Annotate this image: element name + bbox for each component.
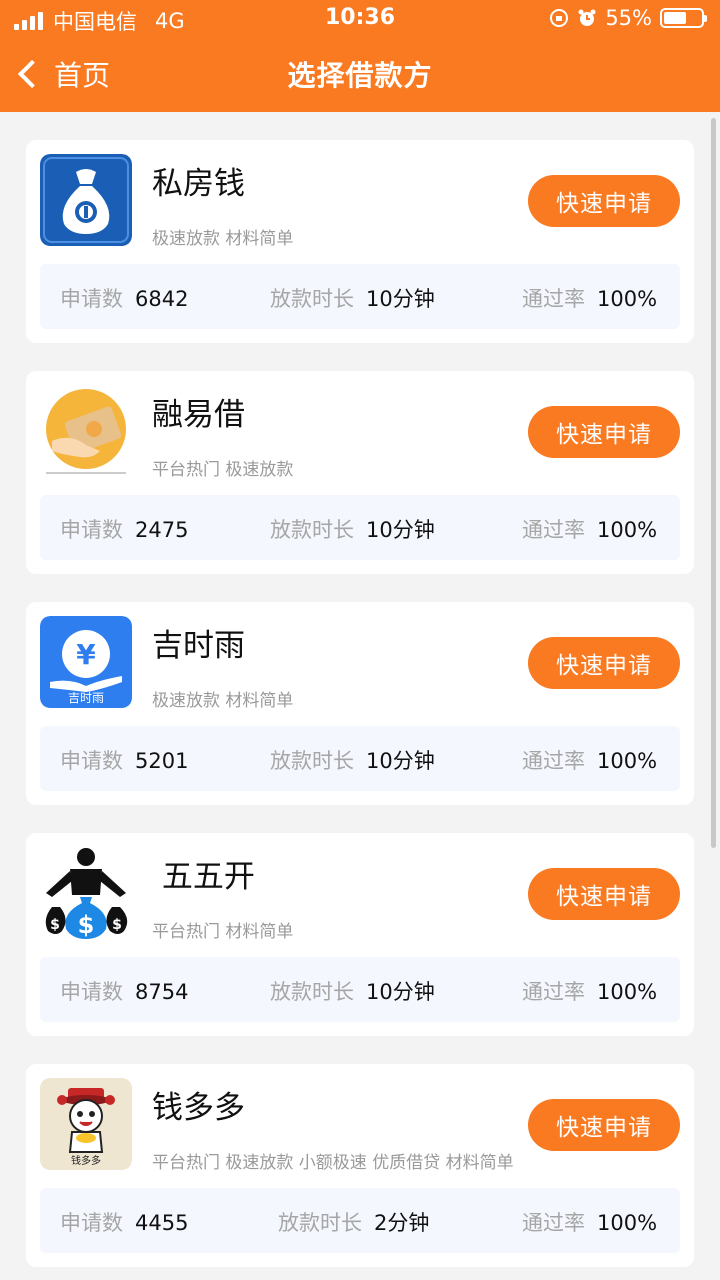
duration-label: 放款时长 — [270, 518, 354, 542]
duration-value: 10分钟 — [366, 980, 435, 1004]
lender-name: 融易借 — [152, 397, 245, 433]
pass-rate-label: 通过率 — [522, 518, 585, 542]
lender-tags: 平台热门 极速放款 — [152, 460, 294, 480]
cartoon-mascot-icon: 钱多多 — [40, 1078, 132, 1170]
lender-name: 五五开 — [152, 859, 255, 895]
applications-label: 申请数 — [60, 980, 123, 1004]
apply-button[interactable]: 快速申请 — [528, 637, 680, 689]
applications-value: 4455 — [135, 1211, 189, 1235]
alarm-icon — [578, 9, 596, 26]
battery-icon — [660, 8, 707, 28]
svg-text:钱多多: 钱多多 — [71, 1154, 101, 1167]
pass-rate-label: 通过率 — [522, 287, 585, 311]
apply-button[interactable]: 快速申请 — [528, 1099, 680, 1151]
stats-row: 申请数 5201 放款时长 10分钟 通过率 100% — [40, 726, 680, 791]
pass-rate-value: 100% — [597, 287, 658, 311]
lender-tags: 极速放款 材料简单 — [152, 691, 294, 711]
yen-hand-icon: ¥ 吉时雨 — [40, 616, 132, 708]
pass-rate-value: 100% — [597, 1211, 658, 1235]
applications-value: 8754 — [135, 980, 189, 1004]
lender-name: 钱多多 — [152, 1090, 245, 1126]
duration-label: 放款时长 — [270, 749, 354, 773]
applications-value: 2475 — [135, 518, 189, 542]
stats-row: 申请数 6842 放款时长 10分钟 通过率 100% — [40, 264, 680, 329]
svg-text:¥: ¥ — [76, 638, 96, 671]
lender-card[interactable]: 私房钱 极速放款 材料简单 快速申请 申请数 6842 放款时长 10分钟 通过率 1… — [26, 140, 694, 343]
duration-label: 放款时长 — [270, 287, 354, 311]
applications-label: 申请数 — [60, 287, 123, 311]
svg-text:$: $ — [50, 917, 60, 933]
pass-rate-value: 100% — [597, 980, 658, 1004]
money-bag-icon — [40, 154, 132, 246]
apply-button[interactable]: 快速申请 — [528, 868, 680, 920]
status-bar: 中国电信 4G 10:36 55% — [0, 0, 720, 36]
stats-row: 申请数 2475 放款时长 10分钟 通过率 100% — [40, 495, 680, 560]
duration-label: 放款时长 — [270, 980, 354, 1004]
duration-value: 10分钟 — [366, 287, 435, 311]
applications-value: 5201 — [135, 749, 189, 773]
lender-tags: 极速放款 材料简单 — [152, 229, 294, 249]
top-bar: 中国电信 4G 10:36 55% 首页 选择借款方 — [0, 0, 720, 112]
battery-percent: 55% — [605, 6, 652, 30]
lender-list: 私房钱 极速放款 材料简单 快速申请 申请数 6842 放款时长 10分钟 通过率 1… — [26, 140, 694, 1280]
logo-text: 吉时雨 — [67, 691, 104, 705]
applications-label: 申请数 — [60, 1211, 123, 1235]
duration-value: 10分钟 — [366, 518, 435, 542]
rotation-lock-icon — [550, 9, 569, 27]
lender-name: 私房钱 — [152, 166, 245, 202]
svg-text:$: $ — [78, 911, 95, 939]
lender-card[interactable]: ¥ 吉时雨 吉时雨 极速放款 材料简单 快速申请 申请数 5201 放款时长 10分… — [26, 602, 694, 805]
coin-hand-icon — [40, 385, 132, 477]
stats-row: 申请数 8754 放款时长 10分钟 通过率 100% — [40, 957, 680, 1022]
apply-button[interactable]: 快速申请 — [528, 175, 680, 227]
pass-rate-label: 通过率 — [522, 1211, 585, 1235]
apply-button[interactable]: 快速申请 — [528, 406, 680, 458]
lender-card[interactable]: 钱多多 钱多多 平台热门 极速放款 小额极速 优质借贷 材料简单 快速申请 申请… — [26, 1064, 694, 1267]
lender-card[interactable]: 融易借 平台热门 极速放款 快速申请 申请数 2475 放款时长 10分钟 通过率 1… — [26, 371, 694, 574]
page-title: 选择借款方 — [287, 59, 433, 92]
duration-value: 10分钟 — [366, 749, 435, 773]
lender-tags: 平台热门 极速放款 小额极速 优质借贷 材料简单 — [152, 1153, 514, 1173]
pass-rate-label: 通过率 — [522, 980, 585, 1004]
applications-label: 申请数 — [60, 749, 123, 773]
pass-rate-value: 100% — [597, 749, 658, 773]
lender-tags: 平台热门 材料简单 — [152, 922, 294, 942]
pass-rate-value: 100% — [597, 518, 658, 542]
stats-row: 申请数 4455 放款时长 2分钟 通过率 100% — [40, 1188, 680, 1253]
duration-value: 2分钟 — [374, 1211, 430, 1235]
applications-value: 6842 — [135, 287, 189, 311]
pass-rate-label: 通过率 — [522, 749, 585, 773]
applications-label: 申请数 — [60, 518, 123, 542]
svg-text:$: $ — [112, 917, 122, 933]
scrollbar[interactable] — [711, 118, 716, 848]
lender-card[interactable]: $ $ $ 五五开 平台热门 材料简单 快速申请 申请数 8754 放款时长 10分… — [26, 833, 694, 1036]
lender-name: 吉时雨 — [152, 628, 245, 664]
dollar-bags-icon: $ $ $ — [40, 847, 132, 939]
duration-label: 放款时长 — [278, 1211, 362, 1235]
